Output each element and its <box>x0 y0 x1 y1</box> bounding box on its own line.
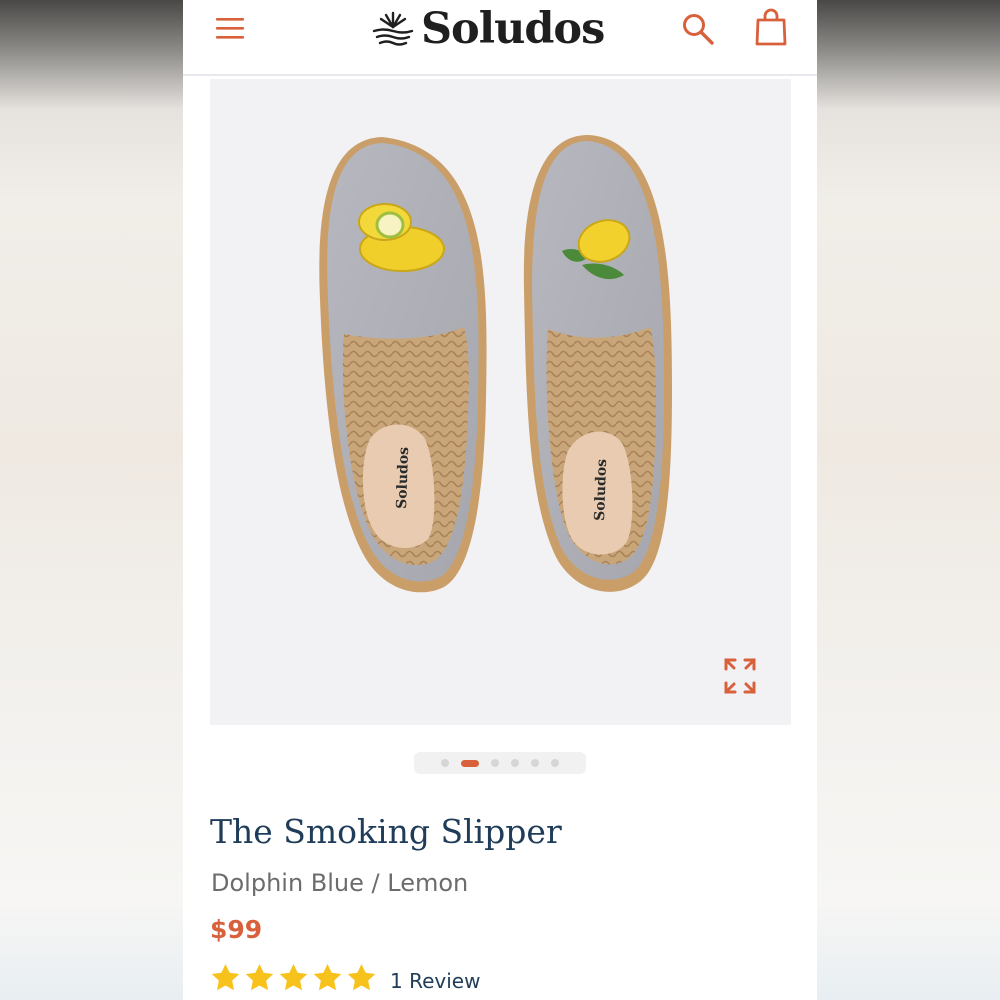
gallery-dot[interactable] <box>441 759 449 767</box>
rating-stars[interactable] <box>209 962 378 994</box>
shopping-bag-icon[interactable] <box>754 8 788 46</box>
brand-logo[interactable]: Soludos <box>371 4 605 54</box>
product-image[interactable]: Soludos Soludos <box>210 79 791 725</box>
hamburger-menu-icon[interactable] <box>216 16 244 40</box>
review-count-link[interactable]: 1 Review <box>390 969 480 993</box>
site-header: Soludos <box>183 0 817 76</box>
gallery-pagination <box>414 752 586 774</box>
gallery-dot-active[interactable] <box>461 759 479 767</box>
gallery-dot[interactable] <box>511 759 519 767</box>
brand-name: Soludos <box>421 4 605 54</box>
search-icon[interactable] <box>681 12 715 46</box>
gallery-dot[interactable] <box>491 759 499 767</box>
gallery-dot[interactable] <box>531 759 539 767</box>
star-icon <box>245 964 274 991</box>
espadrille-pair-illustration: Soludos Soludos <box>319 135 672 593</box>
left-shoe: Soludos <box>319 137 487 593</box>
star-icon <box>313 964 342 991</box>
sun-logo-icon <box>372 11 414 46</box>
expand-icon[interactable] <box>723 657 757 695</box>
product-variant: Dolphin Blue / Lemon <box>211 869 469 897</box>
insole-logo-right: Soludos <box>592 459 610 522</box>
right-shoe: Soludos <box>523 135 672 592</box>
product-title: The Smoking Slipper <box>210 812 562 851</box>
star-icon <box>347 964 376 991</box>
insole-logo-left: Soludos <box>394 447 412 510</box>
blurred-background-left <box>0 0 183 1000</box>
product-price: $99 <box>210 915 263 944</box>
star-icon <box>279 964 308 991</box>
mobile-page: Soludos Soludos Soludos The Smoking Slip… <box>183 0 817 1000</box>
star-icon <box>211 964 240 991</box>
blurred-background-right <box>817 0 1000 1000</box>
gallery-dot[interactable] <box>551 759 559 767</box>
